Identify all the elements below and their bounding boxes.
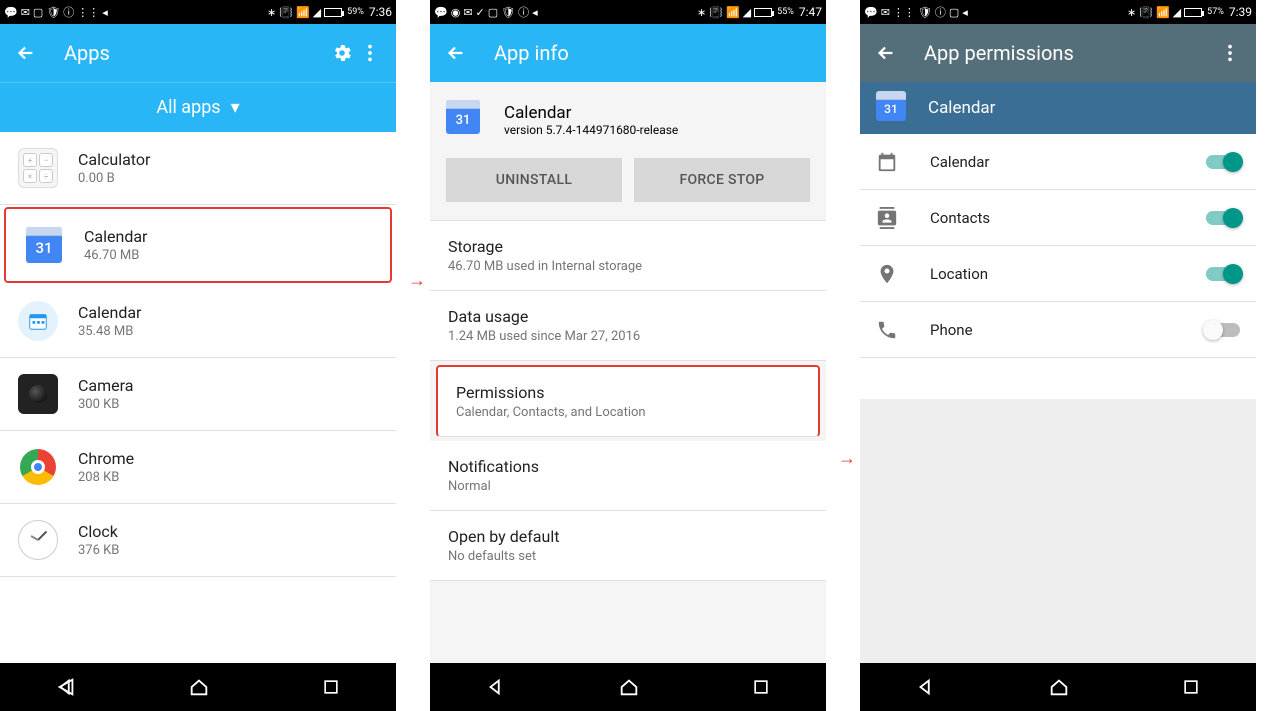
settings-button[interactable] bbox=[328, 39, 356, 67]
back-button[interactable] bbox=[12, 39, 40, 67]
overflow-button[interactable] bbox=[1216, 39, 1244, 67]
action-buttons: UNINSTALL FORCE STOP bbox=[430, 146, 826, 221]
perm-row-location[interactable]: Location bbox=[860, 246, 1256, 302]
nav-home[interactable] bbox=[1048, 676, 1070, 698]
permission-app-header: 31 Calendar bbox=[860, 82, 1256, 134]
google-calendar-icon: 31 bbox=[876, 91, 910, 125]
camera-icon bbox=[16, 372, 60, 416]
mail-icon: ✉ bbox=[21, 6, 30, 19]
perm-row-calendar[interactable]: Calendar bbox=[860, 134, 1256, 190]
annotation-arrow-2: → bbox=[838, 448, 856, 469]
status-bar: 💬✉▢🛡ⓘ⋮⋮◂ ∗📳📶◢ 59% 7:36 bbox=[0, 0, 396, 24]
battery-icon bbox=[1184, 8, 1202, 17]
nav-back[interactable] bbox=[485, 676, 507, 698]
nav-bar bbox=[0, 663, 396, 711]
force-stop-button[interactable]: FORCE STOP bbox=[634, 158, 810, 202]
row-data-usage[interactable]: Data usage 1.24 MB used since Mar 27, 20… bbox=[430, 291, 826, 361]
calendar-outline-icon bbox=[876, 151, 906, 173]
perm-row-phone[interactable]: Phone bbox=[860, 302, 1256, 358]
app-name: Calendar bbox=[928, 98, 995, 118]
app-bar: Apps bbox=[0, 24, 396, 82]
perm-row-contacts[interactable]: Contacts bbox=[860, 190, 1256, 246]
nav-bar bbox=[430, 663, 826, 711]
back-button[interactable] bbox=[872, 39, 900, 67]
screen-app-info: 💬◉✉✓▢🛡ⓘ◂ ∗📳📶◢ 55% 7:47 App info 31 Calen… bbox=[430, 0, 826, 711]
nav-home[interactable] bbox=[188, 676, 210, 698]
nav-recents[interactable] bbox=[751, 677, 771, 697]
location-icon bbox=[876, 263, 906, 285]
app-row-camera[interactable]: Camera 300 KB bbox=[0, 358, 396, 431]
screen-title: App permissions bbox=[924, 41, 1216, 65]
app-row-calculator[interactable]: +−×÷ Calculator 0.00 B bbox=[0, 132, 396, 205]
row-storage[interactable]: Storage 46.70 MB used in Internal storag… bbox=[430, 221, 826, 291]
dropdown-arrow-icon: ▾ bbox=[231, 97, 240, 118]
app-bar: App permissions bbox=[860, 24, 1256, 82]
phone-icon bbox=[876, 319, 906, 341]
filter-label: All apps bbox=[156, 97, 220, 118]
row-notifications[interactable]: Notifications Normal bbox=[430, 441, 826, 511]
annotation-arrow-1: → bbox=[408, 270, 426, 291]
google-calendar-icon: 31 bbox=[22, 223, 66, 267]
permissions-list: Calendar Contacts Location Phone bbox=[860, 134, 1256, 399]
toggle-calendar[interactable] bbox=[1206, 155, 1240, 169]
app-name: Calendar bbox=[504, 103, 678, 123]
chrome-icon bbox=[16, 445, 60, 489]
uninstall-button[interactable]: UNINSTALL bbox=[446, 158, 622, 202]
overflow-button[interactable] bbox=[356, 39, 384, 67]
nav-back[interactable] bbox=[55, 676, 77, 698]
app-row-clock[interactable]: Clock 376 KB bbox=[0, 504, 396, 577]
sms-icon: 💬 bbox=[4, 6, 18, 19]
battery-percent: 59% bbox=[347, 7, 364, 17]
battery-icon bbox=[324, 8, 342, 17]
clock-time: 7:36 bbox=[369, 5, 392, 19]
filter-dropdown[interactable]: All apps ▾ bbox=[0, 82, 396, 132]
toggle-location[interactable] bbox=[1206, 267, 1240, 281]
back-button[interactable] bbox=[442, 39, 470, 67]
toggle-phone[interactable] bbox=[1206, 323, 1240, 337]
app-version: version 5.7.4-144971680-release bbox=[504, 123, 678, 137]
row-open-by-default[interactable]: Open by default No defaults set bbox=[430, 511, 826, 581]
nav-bar bbox=[860, 663, 1256, 711]
apps-list: +−×÷ Calculator 0.00 B 31 Calendar 46.70… bbox=[0, 132, 396, 663]
app-row-calendar-gms[interactable]: 31 Calendar 46.70 MB bbox=[4, 207, 392, 283]
nav-back[interactable] bbox=[915, 676, 937, 698]
screen-title: App info bbox=[494, 41, 814, 65]
app-bar: App info bbox=[430, 24, 826, 82]
calculator-icon: +−×÷ bbox=[16, 146, 60, 190]
status-bar: 💬◉✉✓▢🛡ⓘ◂ ∗📳📶◢ 55% 7:47 bbox=[430, 0, 826, 24]
status-bar: 💬✉⋮⋮🛡ⓘ▢◂ ∗📳📶◢ 57% 7:39 bbox=[860, 0, 1256, 24]
row-permissions[interactable]: Permissions Calendar, Contacts, and Loca… bbox=[436, 365, 820, 437]
toggle-contacts[interactable] bbox=[1206, 211, 1240, 225]
app-info-header: 31 Calendar version 5.7.4-144971680-rele… bbox=[430, 82, 826, 146]
app-row-calendar-legacy[interactable]: Calendar 35.48 MB bbox=[0, 285, 396, 358]
battery-icon bbox=[754, 8, 772, 17]
google-calendar-icon: 31 bbox=[446, 100, 486, 140]
nav-home[interactable] bbox=[618, 676, 640, 698]
app-row-chrome[interactable]: Chrome 208 KB bbox=[0, 431, 396, 504]
clock-icon bbox=[16, 518, 60, 562]
contacts-icon bbox=[876, 207, 906, 229]
app-info-list: Storage 46.70 MB used in Internal storag… bbox=[430, 221, 826, 663]
screen-apps: 💬✉▢🛡ⓘ⋮⋮◂ ∗📳📶◢ 59% 7:36 Apps All apps ▾ +… bbox=[0, 0, 396, 711]
screen-app-permissions: 💬✉⋮⋮🛡ⓘ▢◂ ∗📳📶◢ 57% 7:39 App permissions 3… bbox=[860, 0, 1256, 711]
nav-recents[interactable] bbox=[1181, 677, 1201, 697]
legacy-calendar-icon bbox=[16, 299, 60, 343]
nav-recents[interactable] bbox=[321, 677, 341, 697]
screen-title: Apps bbox=[64, 41, 328, 65]
